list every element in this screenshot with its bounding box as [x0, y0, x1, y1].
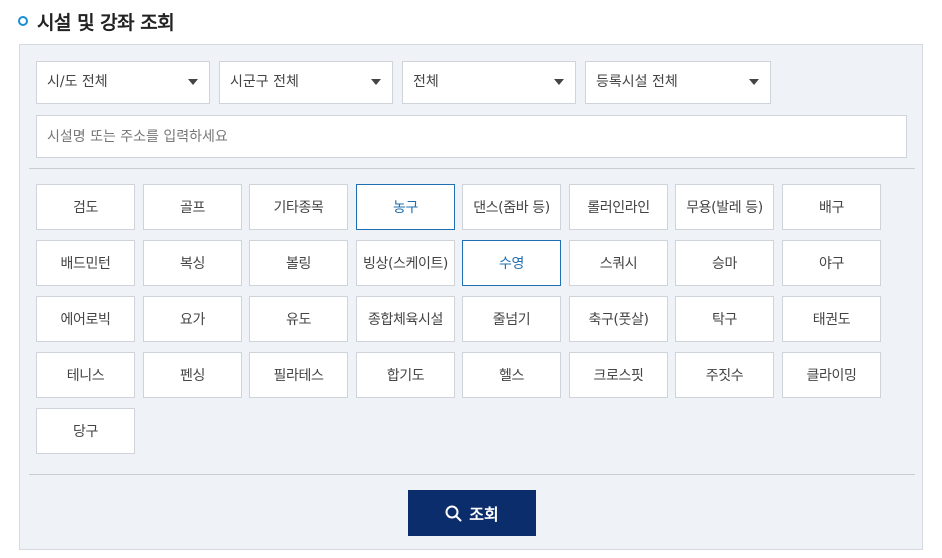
sport-button[interactable]: 기타종목: [249, 184, 348, 230]
circle-bullet-icon: [18, 16, 28, 26]
sport-button[interactable]: 배드민턴: [36, 240, 135, 286]
search-submit-button[interactable]: 조회: [408, 490, 536, 536]
facility-select-value: 등록시설 전체: [596, 74, 678, 90]
sport-button[interactable]: 빙상(스케이트): [356, 240, 455, 286]
page-title-text: 시설 및 강좌 조회: [37, 11, 175, 34]
category-select-value: 전체: [413, 74, 439, 90]
sport-button[interactable]: 무용(발레 등): [675, 184, 774, 230]
sport-button[interactable]: 테니스: [36, 352, 135, 398]
sport-button[interactable]: 펜싱: [143, 352, 242, 398]
sport-button[interactable]: 헬스: [462, 352, 561, 398]
sport-button[interactable]: 크로스핏: [569, 352, 668, 398]
region-select-value: 시/도 전체: [47, 74, 108, 90]
sport-button[interactable]: 축구(풋살): [569, 296, 668, 342]
sport-button[interactable]: 승마: [675, 240, 774, 286]
sport-button[interactable]: 검도: [36, 184, 135, 230]
sport-button[interactable]: 요가: [143, 296, 242, 342]
sport-button[interactable]: 합기도: [356, 352, 455, 398]
sport-button[interactable]: 태권도: [782, 296, 881, 342]
sport-button[interactable]: 줄넘기: [462, 296, 561, 342]
chevron-down-icon: [749, 79, 759, 85]
sport-button[interactable]: 스쿼시: [569, 240, 668, 286]
sport-button[interactable]: 필라테스: [249, 352, 348, 398]
chevron-down-icon: [554, 79, 564, 85]
search-submit-label: 조회: [469, 505, 499, 524]
divider: [29, 474, 915, 475]
sport-button[interactable]: 당구: [36, 408, 135, 454]
sport-button[interactable]: 복싱: [143, 240, 242, 286]
sport-button[interactable]: 롤러인라인: [569, 184, 668, 230]
sport-button[interactable]: 탁구: [675, 296, 774, 342]
district-select-value: 시군구 전체: [230, 74, 299, 90]
search-input[interactable]: [36, 115, 907, 158]
region-select[interactable]: 시/도 전체: [36, 61, 210, 104]
page-title: 시설 및 강좌 조회: [18, 8, 175, 34]
divider: [29, 168, 915, 169]
facility-select[interactable]: 등록시설 전체: [585, 61, 771, 104]
category-select[interactable]: 전체: [402, 61, 576, 104]
district-select[interactable]: 시군구 전체: [219, 61, 393, 104]
search-panel: 시/도 전체 시군구 전체 전체 등록시설 전체 검도골프기타종목농구댄스(줌바…: [19, 44, 923, 550]
sport-button[interactable]: 에어로빅: [36, 296, 135, 342]
sport-button[interactable]: 유도: [249, 296, 348, 342]
sport-button[interactable]: 종합체육시설: [356, 296, 455, 342]
sport-button[interactable]: 주짓수: [675, 352, 774, 398]
chevron-down-icon: [188, 79, 198, 85]
sport-button[interactable]: 볼링: [249, 240, 348, 286]
chevron-down-icon: [371, 79, 381, 85]
sport-button[interactable]: 골프: [143, 184, 242, 230]
sport-button[interactable]: 클라이밍: [782, 352, 881, 398]
sport-button[interactable]: 수영: [462, 240, 561, 286]
sport-button[interactable]: 배구: [782, 184, 881, 230]
sport-button[interactable]: 농구: [356, 184, 455, 230]
sport-button[interactable]: 댄스(줌바 등): [462, 184, 561, 230]
sport-button[interactable]: 야구: [782, 240, 881, 286]
search-icon: [445, 505, 462, 521]
